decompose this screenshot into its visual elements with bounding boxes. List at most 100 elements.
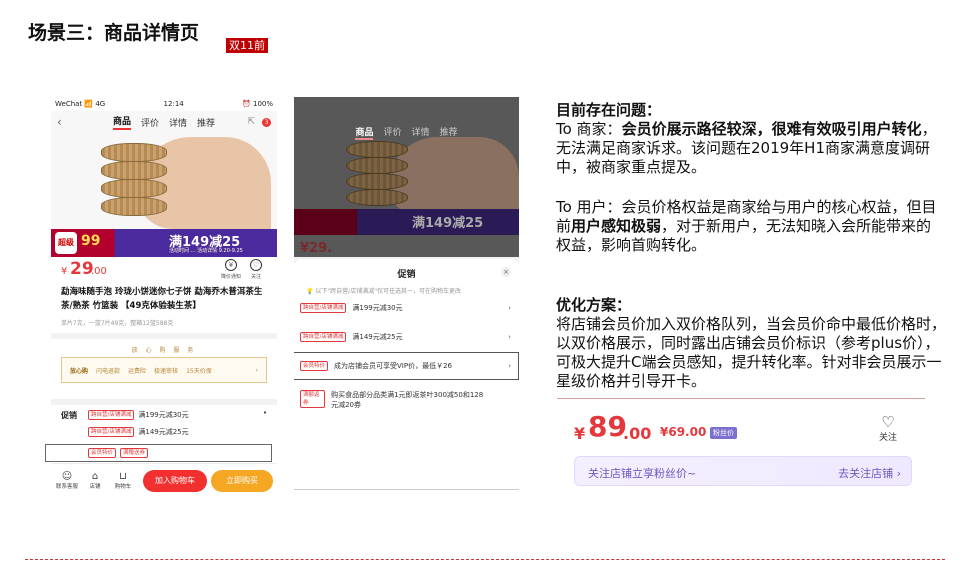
heart-icon: ♡	[250, 259, 262, 271]
tab-product[interactable]: 商品	[355, 125, 374, 140]
share-icon[interactable]: ⇱	[247, 117, 255, 127]
tea-cakes-illustration	[101, 143, 167, 221]
brand-badge: 超级品牌	[55, 232, 77, 269]
message-badge[interactable]: 3	[262, 117, 271, 127]
cart-icon: ⊔	[119, 471, 127, 482]
tab-reviews[interactable]: 评价	[383, 125, 401, 140]
solution-block: 优化方案： 将店铺会员价加入双价格队列，当会员价命中最低价格时，以双价格展示，同…	[556, 296, 946, 391]
price-notice-button[interactable]: ¥ 降价通知	[221, 259, 241, 280]
chevron-right-icon: ›	[508, 333, 511, 341]
product-meta: 单片7克，一篮7片49克，整箱12篮588克	[51, 315, 277, 333]
follow-button[interactable]: ♡ 关注	[879, 414, 897, 443]
price-currency: ¥	[574, 424, 586, 443]
chevron-right-icon: ›	[255, 366, 258, 374]
bulb-icon: 💡	[306, 288, 314, 295]
dimmed-product-area: 商品 评价 详情 推荐 满149减25 ¥29.	[294, 97, 519, 257]
close-icon[interactable]: ×	[501, 267, 511, 277]
tea-cakes-illustration	[346, 141, 408, 211]
price-decimal: .00	[91, 266, 107, 277]
sheet-title: 促销	[397, 270, 416, 280]
promo-tag-coupon: 满赠送券	[120, 448, 149, 458]
banner-subtitle: 活动时间 … 活动详情 9.20-9.25	[169, 248, 243, 254]
sheet-note: 💡 以下"跨自营/店铺满减"仅可任选其一，可在购物车更改	[294, 280, 519, 295]
tab-reviews[interactable]: 评价	[141, 116, 159, 129]
promo-text: 满199元减30元	[138, 411, 189, 419]
carrier-text: WeChat 📶 4G	[55, 100, 106, 108]
chevron-right-icon: ›	[508, 304, 511, 312]
promo-tag-member: 会员特价	[88, 448, 117, 458]
sheet-row[interactable]: 跨自营/店铺满减 满149元减25元 ›	[300, 332, 513, 342]
promo-banner[interactable]: 超级品牌 99 满149减25 活动时间 … 活动详情 9.20-9.25	[51, 229, 277, 269]
user-block: To 用户：会员价格权益是商家给与用户的核心权益，但目前用户感知极弱，对于新用户…	[556, 198, 946, 255]
shop-icon: ⌂	[91, 471, 99, 482]
price-decimal: .00	[623, 424, 652, 443]
price-currency: ¥	[61, 266, 68, 277]
follow-label: 关注	[250, 274, 261, 280]
promo-tag: 跨自营/店铺满减	[88, 427, 135, 437]
shop-button[interactable]: ⌂ 店铺	[83, 471, 107, 490]
promo-tag: 跨自营/店铺满减	[300, 303, 347, 313]
merchant-prefix: To 商家：	[556, 120, 622, 138]
promo-label: 促销	[61, 411, 77, 420]
tab-product[interactable]: 商品	[112, 114, 131, 130]
tab-details[interactable]: 详情	[412, 125, 430, 140]
hand-illustration	[389, 137, 519, 217]
promo-banner: 满149减25	[294, 209, 519, 235]
follow-button[interactable]: ♡ 关注	[247, 259, 265, 280]
add-to-cart-button[interactable]: 加入购物车	[143, 469, 207, 492]
problem-block: 目前存在问题： To 商家：会员价展示路径较深，很难有效吸引用户转化，无法满足商…	[556, 101, 946, 177]
promo-row: 跨自营/店铺满减 满199元减30元	[88, 410, 189, 420]
promo-row: 跨自营/店铺满减 满149元减25元	[88, 427, 189, 437]
sheet-row[interactable]: 跨自营/店铺满减 满199元减30元 ›	[300, 303, 513, 313]
bottom-action-bar: ☺ 联系客服 ⌂ 店铺 ⊔ 购物车 加入购物车 立即购买	[51, 463, 277, 497]
follow-shop-hint: 关注店铺立享粉丝价~	[588, 467, 697, 480]
detail-nav: 商品 评价 详情 推荐	[294, 125, 519, 140]
customer-service-button[interactable]: ☺ 联系客服	[55, 471, 79, 490]
merchant-bold: 会员价展示路径较深，很难有效吸引用户转化	[621, 120, 922, 138]
sheet-row[interactable]: 满额返券 购买食品部分品类满1元即返茶叶300减50和128元减20券	[300, 390, 489, 410]
service-item: 闪电退款	[96, 367, 121, 375]
battery-text: ⏰ 100%	[242, 100, 273, 108]
price-integer: 89	[588, 410, 627, 443]
promo-text: 满199元减30元	[352, 304, 403, 312]
promo-text: 满149元减25元	[138, 428, 189, 436]
promo-text: 满149元减25元	[352, 333, 403, 341]
divider	[557, 398, 925, 399]
service-box[interactable]: 放心购 闪电退款 运费险 极速审核 15天价保 ›	[61, 357, 267, 383]
back-icon[interactable]: ‹	[57, 115, 62, 129]
more-icon[interactable]: •	[263, 409, 267, 417]
banner-99: 99	[81, 233, 101, 249]
service-section: 放 心 购 服 务 放心购 闪电退款 运费险 极速审核 15天价保 ›	[51, 339, 277, 399]
service-item: 极速审核	[154, 367, 179, 375]
problem-title: 目前存在问题：	[556, 101, 662, 119]
tab-recommend[interactable]: 推荐	[440, 125, 458, 140]
fan-price-badge: 粉丝价	[710, 427, 737, 439]
price-row: ¥ 29 .00 ¥ 降价通知 ♡ 关注	[51, 257, 277, 283]
slide-tag: 双11前	[226, 38, 268, 53]
shop-label: 店铺	[89, 484, 101, 490]
service-lead: 放心购	[70, 367, 89, 375]
solution-body: 将店铺会员价加入双价格队列，当会员价命中最低价格时，以双价格展示，同时露出店铺会…	[556, 315, 947, 390]
time-text: 12:14	[163, 100, 184, 108]
cart-label: 购物车	[114, 484, 132, 490]
optimized-price-mock: ¥ 89 .00 ¥69.00 粉丝价 ♡ 关注 关注店铺立享粉丝价~ 去关注店铺…	[557, 404, 925, 499]
product-name: 勐海味随手泡 玲珑小饼迷你七子饼 勐海乔木普洱茶生茶/熟茶 竹篮装 【49克体验…	[51, 283, 277, 315]
sheet-bottom-edge	[294, 489, 519, 497]
tab-details[interactable]: 详情	[169, 116, 187, 129]
status-bar: WeChat 📶 4G 12:14 ⏰ 100%	[51, 97, 277, 111]
buy-now-button[interactable]: 立即购买	[211, 469, 273, 492]
cart-button[interactable]: ⊔ 购物车	[111, 471, 135, 490]
follow-shop-link[interactable]: 去关注店铺 ›	[838, 465, 901, 481]
price-notice-label: 降价通知	[221, 274, 242, 280]
tab-recommend[interactable]: 推荐	[197, 116, 215, 129]
service-item: 15天价保	[186, 367, 212, 375]
customer-service-label: 联系客服	[55, 484, 78, 490]
heart-icon: ♡	[881, 413, 895, 431]
promo-tag: 满额返券	[300, 390, 326, 408]
member-price: ¥69.00	[660, 425, 707, 439]
user-bold: 用户感知极弱	[571, 217, 662, 235]
slide-title: 场景三：商品详情页	[28, 22, 200, 44]
follow-shop-bar[interactable]: 关注店铺立享粉丝价~ 去关注店铺 ›	[574, 456, 912, 486]
service-header: 放 心 购 服 务	[131, 347, 197, 354]
promo-tag: 跨自营/店铺满减	[300, 332, 347, 342]
